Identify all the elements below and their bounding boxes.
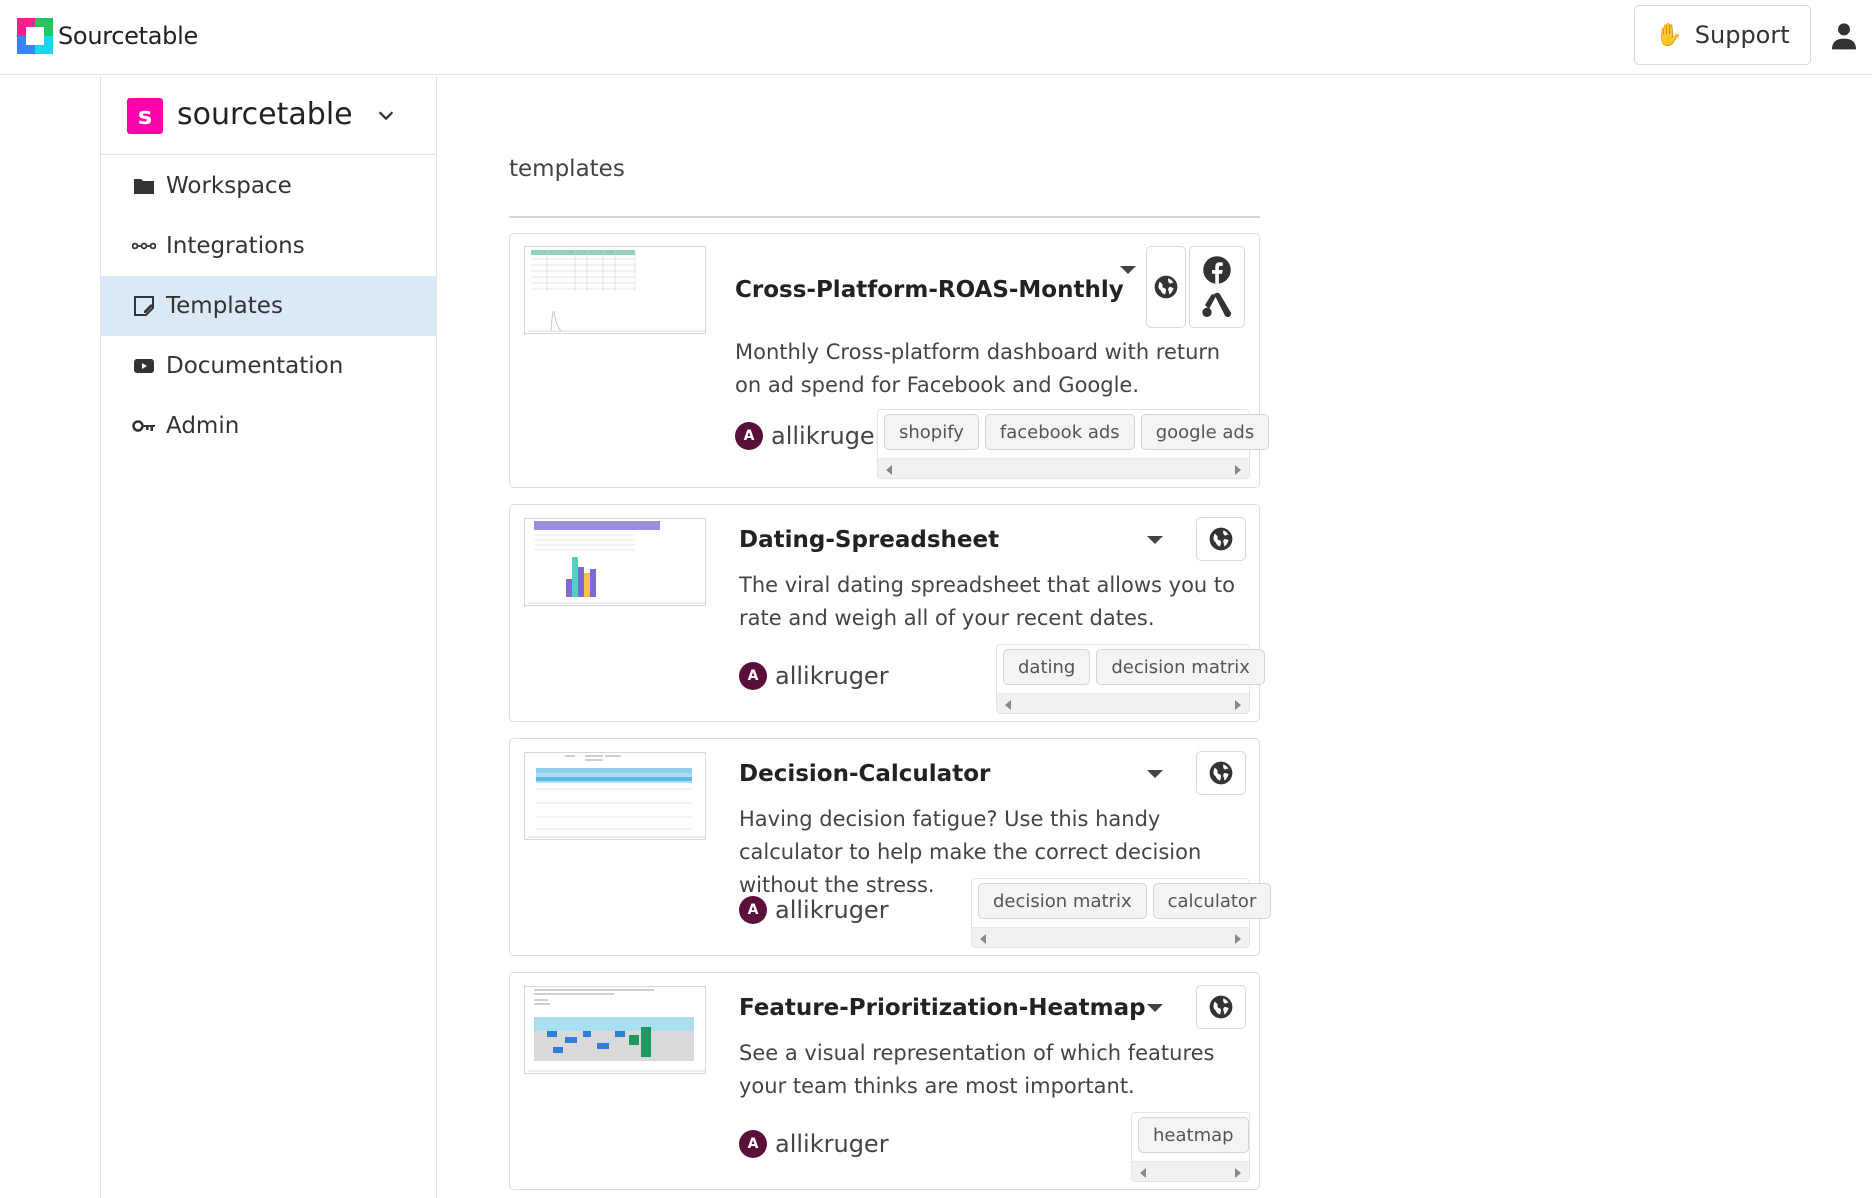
logo-icon bbox=[17, 18, 53, 54]
horizontal-scrollbar[interactable] bbox=[972, 927, 1249, 947]
horizontal-scrollbar[interactable] bbox=[997, 693, 1249, 713]
support-label: Support bbox=[1694, 21, 1790, 49]
integration-icons bbox=[1189, 246, 1245, 328]
sidebar-item-documentation[interactable]: Documentation bbox=[101, 336, 436, 396]
visibility-button[interactable] bbox=[1196, 751, 1246, 795]
globe-icon bbox=[1208, 760, 1234, 786]
template-author[interactable]: A allikruger bbox=[739, 1130, 889, 1158]
template-card[interactable]: Dating-Spreadsheet The viral dating spre… bbox=[509, 504, 1265, 722]
sidebar-item-workspace[interactable]: Workspace bbox=[101, 156, 436, 216]
templates-icon bbox=[132, 294, 156, 318]
facebook-icon bbox=[1203, 256, 1231, 284]
google-ads-icon bbox=[1202, 292, 1232, 318]
scroll-left-icon[interactable] bbox=[1140, 1168, 1146, 1178]
template-thumbnail[interactable] bbox=[524, 246, 706, 334]
top-bar: Sourcetable ✋ Support bbox=[0, 0, 1872, 75]
tag[interactable]: dating bbox=[1003, 649, 1091, 685]
template-description: Monthly Cross-platform dashboard with re… bbox=[735, 340, 1221, 397]
scroll-left-icon[interactable] bbox=[886, 465, 892, 475]
tag[interactable]: decision matrix bbox=[1096, 649, 1265, 685]
org-name: sourcetable bbox=[177, 97, 353, 132]
globe-icon bbox=[1208, 526, 1234, 552]
caret-down-icon[interactable] bbox=[1147, 536, 1163, 544]
scroll-right-icon[interactable] bbox=[1235, 700, 1241, 710]
avatar: A bbox=[739, 1130, 767, 1158]
caret-down-icon[interactable] bbox=[1147, 1004, 1163, 1012]
tag[interactable]: heatmap bbox=[1138, 1117, 1249, 1153]
template-title[interactable]: Dating-Spreadsheet bbox=[739, 527, 999, 553]
horizontal-scrollbar[interactable] bbox=[1132, 1161, 1249, 1181]
template-card[interactable]: Feature-Prioritization-Heatmap See a vis… bbox=[509, 972, 1260, 1190]
caret-down-icon[interactable] bbox=[1147, 770, 1163, 778]
tag-list[interactable]: heatmap bbox=[1131, 1112, 1250, 1182]
template-author[interactable]: A allikruger bbox=[739, 896, 889, 924]
template-author[interactable]: A allikruger bbox=[739, 662, 889, 690]
template-card[interactable]: Decision-Calculator Having decision fati… bbox=[509, 738, 1272, 956]
tag[interactable]: google ads bbox=[1140, 414, 1270, 450]
tag[interactable]: calculator bbox=[1152, 883, 1272, 919]
template-description: The viral dating spreadsheet that allows… bbox=[739, 573, 1235, 630]
tag-list[interactable]: dating decision matrix bbox=[996, 644, 1265, 714]
integrations-icon bbox=[132, 234, 156, 258]
globe-icon bbox=[1208, 994, 1234, 1020]
template-author[interactable]: A allikruger bbox=[735, 422, 885, 450]
tag-list[interactable]: decision matrix calculator bbox=[971, 878, 1272, 948]
brand-name: Sourcetable bbox=[58, 22, 198, 50]
youtube-icon bbox=[132, 354, 156, 378]
raised-hand-icon: ✋ bbox=[1655, 22, 1683, 48]
page-title: templates bbox=[509, 156, 625, 182]
tag[interactable]: decision matrix bbox=[978, 883, 1147, 919]
sidebar-item-admin[interactable]: Admin bbox=[101, 396, 436, 456]
avatar: A bbox=[739, 662, 767, 690]
caret-down-icon[interactable] bbox=[1120, 266, 1136, 274]
template-title[interactable]: Decision-Calculator bbox=[739, 761, 990, 787]
tag[interactable]: shopify bbox=[884, 414, 979, 450]
sidebar-item-integrations[interactable]: Integrations bbox=[101, 216, 436, 276]
globe-icon bbox=[1153, 274, 1179, 300]
scroll-right-icon[interactable] bbox=[1235, 1168, 1241, 1178]
brand-logo[interactable]: Sourcetable bbox=[17, 18, 198, 54]
divider bbox=[509, 216, 1260, 218]
scroll-right-icon[interactable] bbox=[1235, 465, 1241, 475]
template-title[interactable]: Feature-Prioritization-Heatmap bbox=[739, 995, 1146, 1021]
folder-icon bbox=[132, 174, 156, 198]
horizontal-scrollbar[interactable] bbox=[878, 458, 1249, 478]
scroll-right-icon[interactable] bbox=[1235, 934, 1241, 944]
visibility-button[interactable] bbox=[1146, 246, 1186, 328]
tag[interactable]: facebook ads bbox=[984, 414, 1135, 450]
template-thumbnail[interactable] bbox=[524, 986, 706, 1074]
template-thumbnail[interactable] bbox=[524, 752, 706, 840]
org-badge: s bbox=[127, 98, 163, 134]
support-button[interactable]: ✋ Support bbox=[1634, 5, 1811, 65]
key-icon bbox=[132, 414, 156, 438]
chevron-down-icon[interactable] bbox=[375, 104, 397, 126]
avatar: A bbox=[735, 422, 763, 450]
scroll-left-icon[interactable] bbox=[980, 934, 986, 944]
user-account-icon[interactable] bbox=[1828, 20, 1860, 52]
sidebar: s sourcetable Workspace Integrations Tem… bbox=[100, 76, 437, 1198]
org-switcher[interactable]: s sourcetable bbox=[101, 76, 436, 155]
sidebar-item-templates[interactable]: Templates bbox=[101, 276, 436, 336]
visibility-button[interactable] bbox=[1196, 517, 1246, 561]
template-card[interactable]: Cross-Platform-ROAS-Monthly Monthly Cros… bbox=[509, 233, 1270, 488]
template-description: See a visual representation of which fea… bbox=[739, 1041, 1215, 1098]
avatar: A bbox=[739, 896, 767, 924]
visibility-button[interactable] bbox=[1196, 985, 1246, 1029]
scroll-left-icon[interactable] bbox=[1005, 700, 1011, 710]
template-title[interactable]: Cross-Platform-ROAS-Monthly bbox=[735, 277, 1124, 303]
tag-list[interactable]: shopify facebook ads google ads bbox=[877, 409, 1270, 479]
template-thumbnail[interactable] bbox=[524, 518, 706, 606]
